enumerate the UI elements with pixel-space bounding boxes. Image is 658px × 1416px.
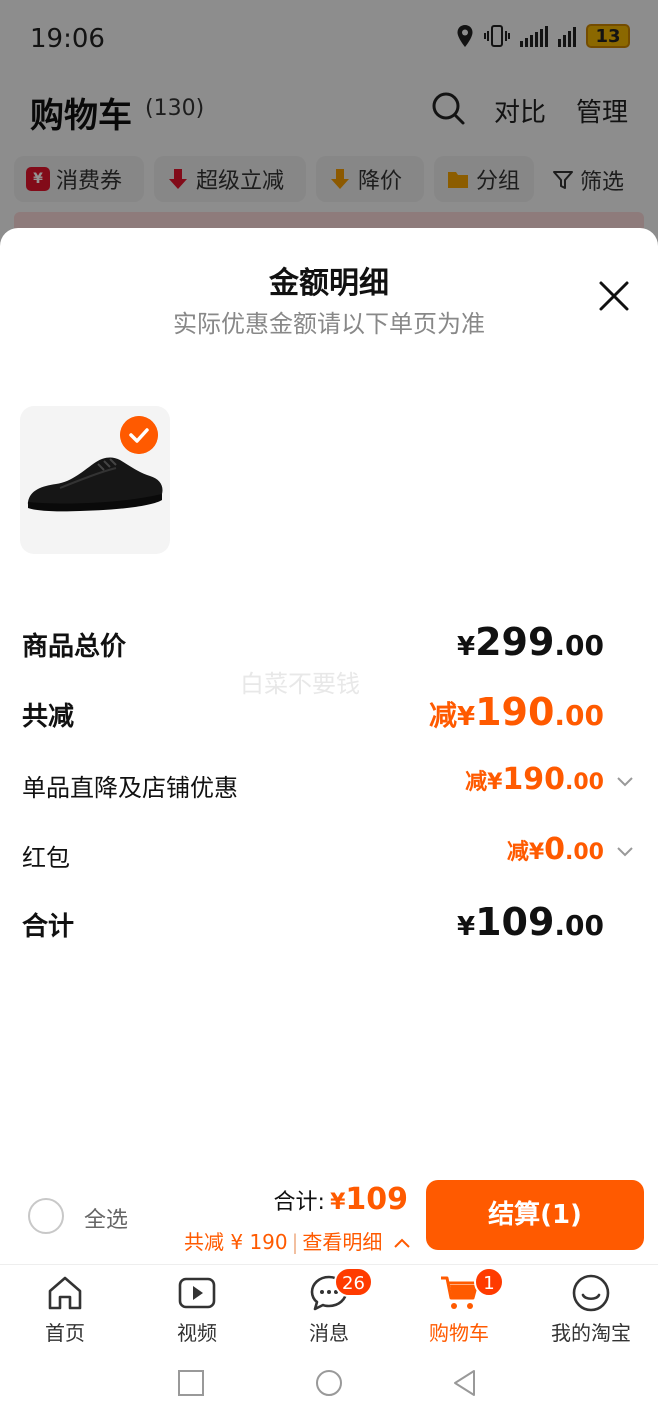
goods-total-value: ¥299.00: [457, 620, 604, 664]
select-all-checkbox[interactable]: [28, 1198, 64, 1234]
sheet-subtitle: 实际优惠金额请以下单页为准: [173, 310, 485, 338]
store-discount-label: 单品直降及店铺优惠: [22, 774, 238, 802]
store-discount-value: 减¥190.00: [465, 762, 604, 797]
price-integer: 190: [475, 690, 555, 734]
sheet-title: 金额明细: [269, 266, 389, 301]
tab-video[interactable]: 视频: [142, 1271, 252, 1345]
checkout-bar: 全选 合计: ¥109 共减 ¥ 190 | 查看明细 结算(1): [0, 1168, 658, 1264]
price-decimal: .00: [554, 629, 604, 662]
total-label: 合计:: [273, 1190, 325, 1215]
product-thumbnail[interactable]: [20, 406, 170, 554]
price-integer: 190: [502, 762, 566, 797]
grand-total-value: ¥109.00: [457, 900, 604, 944]
home-icon: [48, 1276, 82, 1310]
profile-icon: [572, 1274, 610, 1312]
goods-total-label: 商品总价: [22, 632, 127, 662]
close-icon[interactable]: [594, 276, 634, 316]
select-all-label[interactable]: 全选: [84, 1202, 128, 1234]
total-discount-row: 共减 减¥190.00: [22, 690, 638, 740]
tab-label: 首页: [45, 1321, 85, 1345]
currency-symbol: ¥: [487, 770, 503, 795]
price-integer: 299: [475, 620, 555, 664]
currency-symbol: ¥: [528, 840, 545, 865]
view-detail-link[interactable]: 查看明细: [302, 1230, 410, 1254]
discount-prefix: 减: [465, 770, 488, 795]
checkout-button[interactable]: 结算(1): [426, 1180, 644, 1250]
separator: |: [291, 1230, 299, 1254]
tab-cart[interactable]: 1 购物车: [404, 1267, 514, 1345]
currency-symbol: ¥: [456, 702, 476, 732]
price-decimal: .00: [565, 770, 604, 795]
tab-label: 我的淘宝: [551, 1321, 631, 1345]
cart-badge: 1: [474, 1267, 504, 1297]
total-amount: ¥109: [330, 1182, 408, 1217]
home-nav-icon[interactable]: [314, 1368, 344, 1398]
discount-prefix: 减: [428, 699, 457, 732]
view-detail-label: 查看明细: [302, 1230, 383, 1254]
grand-total-label: 合计: [22, 912, 75, 942]
store-discount-row[interactable]: 单品直降及店铺优惠 减¥190.00: [22, 762, 638, 812]
price-integer: 109: [475, 900, 555, 944]
recents-icon[interactable]: [176, 1368, 206, 1398]
chevron-up-icon: [394, 1238, 410, 1248]
goods-total-row: 商品总价 ¥299.00: [22, 620, 638, 670]
discount-prefix: 减: [506, 840, 529, 865]
saving-summary: 共减 ¥ 190 | 查看明细: [184, 1226, 411, 1255]
saving-text: 共减 ¥ 190: [184, 1230, 288, 1254]
back-icon[interactable]: [450, 1368, 480, 1398]
currency-symbol: ¥: [456, 632, 476, 662]
total-discount-label: 共减: [22, 702, 75, 732]
red-packet-label: 红包: [22, 844, 70, 872]
checked-icon[interactable]: [120, 416, 158, 454]
checkout-total: 合计: ¥109: [274, 1182, 408, 1217]
price-decimal: .00: [554, 909, 604, 942]
tab-messages[interactable]: 26 消息: [274, 1267, 384, 1345]
price-decimal: .00: [554, 699, 604, 732]
cart-icon: [441, 1276, 479, 1309]
currency-symbol: ¥: [330, 1190, 346, 1215]
grand-total-row: 合计 ¥109.00: [22, 900, 638, 950]
tab-label: 购物车: [429, 1321, 489, 1345]
video-icon: [178, 1277, 216, 1309]
price-decimal: .00: [565, 840, 604, 865]
tab-label: 消息: [309, 1321, 349, 1345]
red-packet-value: 减¥0.00: [507, 832, 604, 867]
red-packet-row[interactable]: 红包 减¥0.00: [22, 832, 638, 882]
tab-label: 视频: [177, 1321, 217, 1345]
chevron-down-icon[interactable]: [616, 846, 634, 858]
total-discount-value: 减¥190.00: [429, 690, 604, 734]
tab-my-taobao[interactable]: 我的淘宝: [536, 1271, 646, 1345]
message-badge: 26: [334, 1267, 373, 1297]
price-integer: 0: [544, 832, 566, 867]
total-value: 109: [345, 1182, 408, 1217]
tab-home[interactable]: 首页: [10, 1271, 120, 1345]
system-nav-bar: [0, 1346, 658, 1416]
bottom-tab-bar: 首页 视频 26 消息 1 购物车 我的淘宝: [0, 1264, 658, 1346]
chevron-down-icon[interactable]: [616, 776, 634, 788]
currency-symbol: ¥: [456, 912, 476, 942]
